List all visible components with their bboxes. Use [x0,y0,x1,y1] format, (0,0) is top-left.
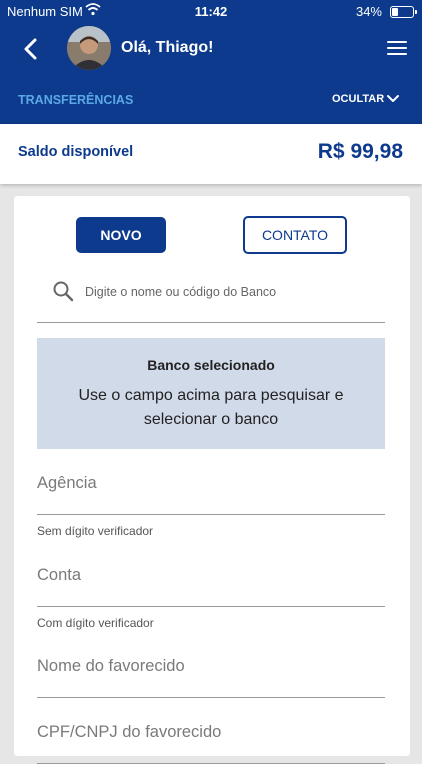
search-icon [53,281,74,302]
hamburger-menu-icon[interactable] [387,41,407,57]
bank-search [37,274,385,323]
agencia-hint: Sem dígito verificador [37,524,154,538]
selected-bank-box: Banco selecionado Use o campo acima para… [37,338,385,449]
selected-bank-message: Use o campo acima para pesquisar e selec… [78,387,344,428]
transfer-form-card: NOVO CONTATO Banco selecionado Use o cam… [14,196,410,764]
back-chevron-icon[interactable] [20,36,42,62]
selected-bank-title: Banco selecionado [147,357,275,373]
nome-input[interactable] [37,653,377,679]
cpf-field [37,719,385,764]
section-title: TRANSFERÊNCIAS [18,93,134,107]
conta-input[interactable] [37,562,377,588]
hide-balance-button[interactable]: OCULTAR [332,93,399,105]
balance-value: R$ 99,98 [317,140,403,163]
conta-hint: Com dígito verificador [37,616,154,630]
battery-icon [390,6,417,18]
conta-field [37,562,385,607]
bank-search-input[interactable] [83,280,377,304]
battery-percent: 34% [355,4,382,19]
avatar [67,26,111,70]
contato-button[interactable]: CONTATO [243,216,347,254]
greeting: Olá, Thiago! [121,39,214,56]
agencia-field [37,470,385,515]
app-header: Nenhum SIM 11:42 34% Olá, Thiago! TRANSF… [0,0,422,124]
cpf-input[interactable] [37,719,377,745]
chevron-down-icon [387,95,399,102]
balance-label: Saldo disponível [18,144,134,160]
status-bar: Nenhum SIM 11:42 34% [0,0,422,24]
balance-bar: Saldo disponível R$ 99,98 [0,124,422,184]
hide-balance-label: OCULTAR [332,93,385,105]
novo-button[interactable]: NOVO [76,217,166,253]
agencia-input[interactable] [37,470,377,496]
nome-field [37,653,385,698]
